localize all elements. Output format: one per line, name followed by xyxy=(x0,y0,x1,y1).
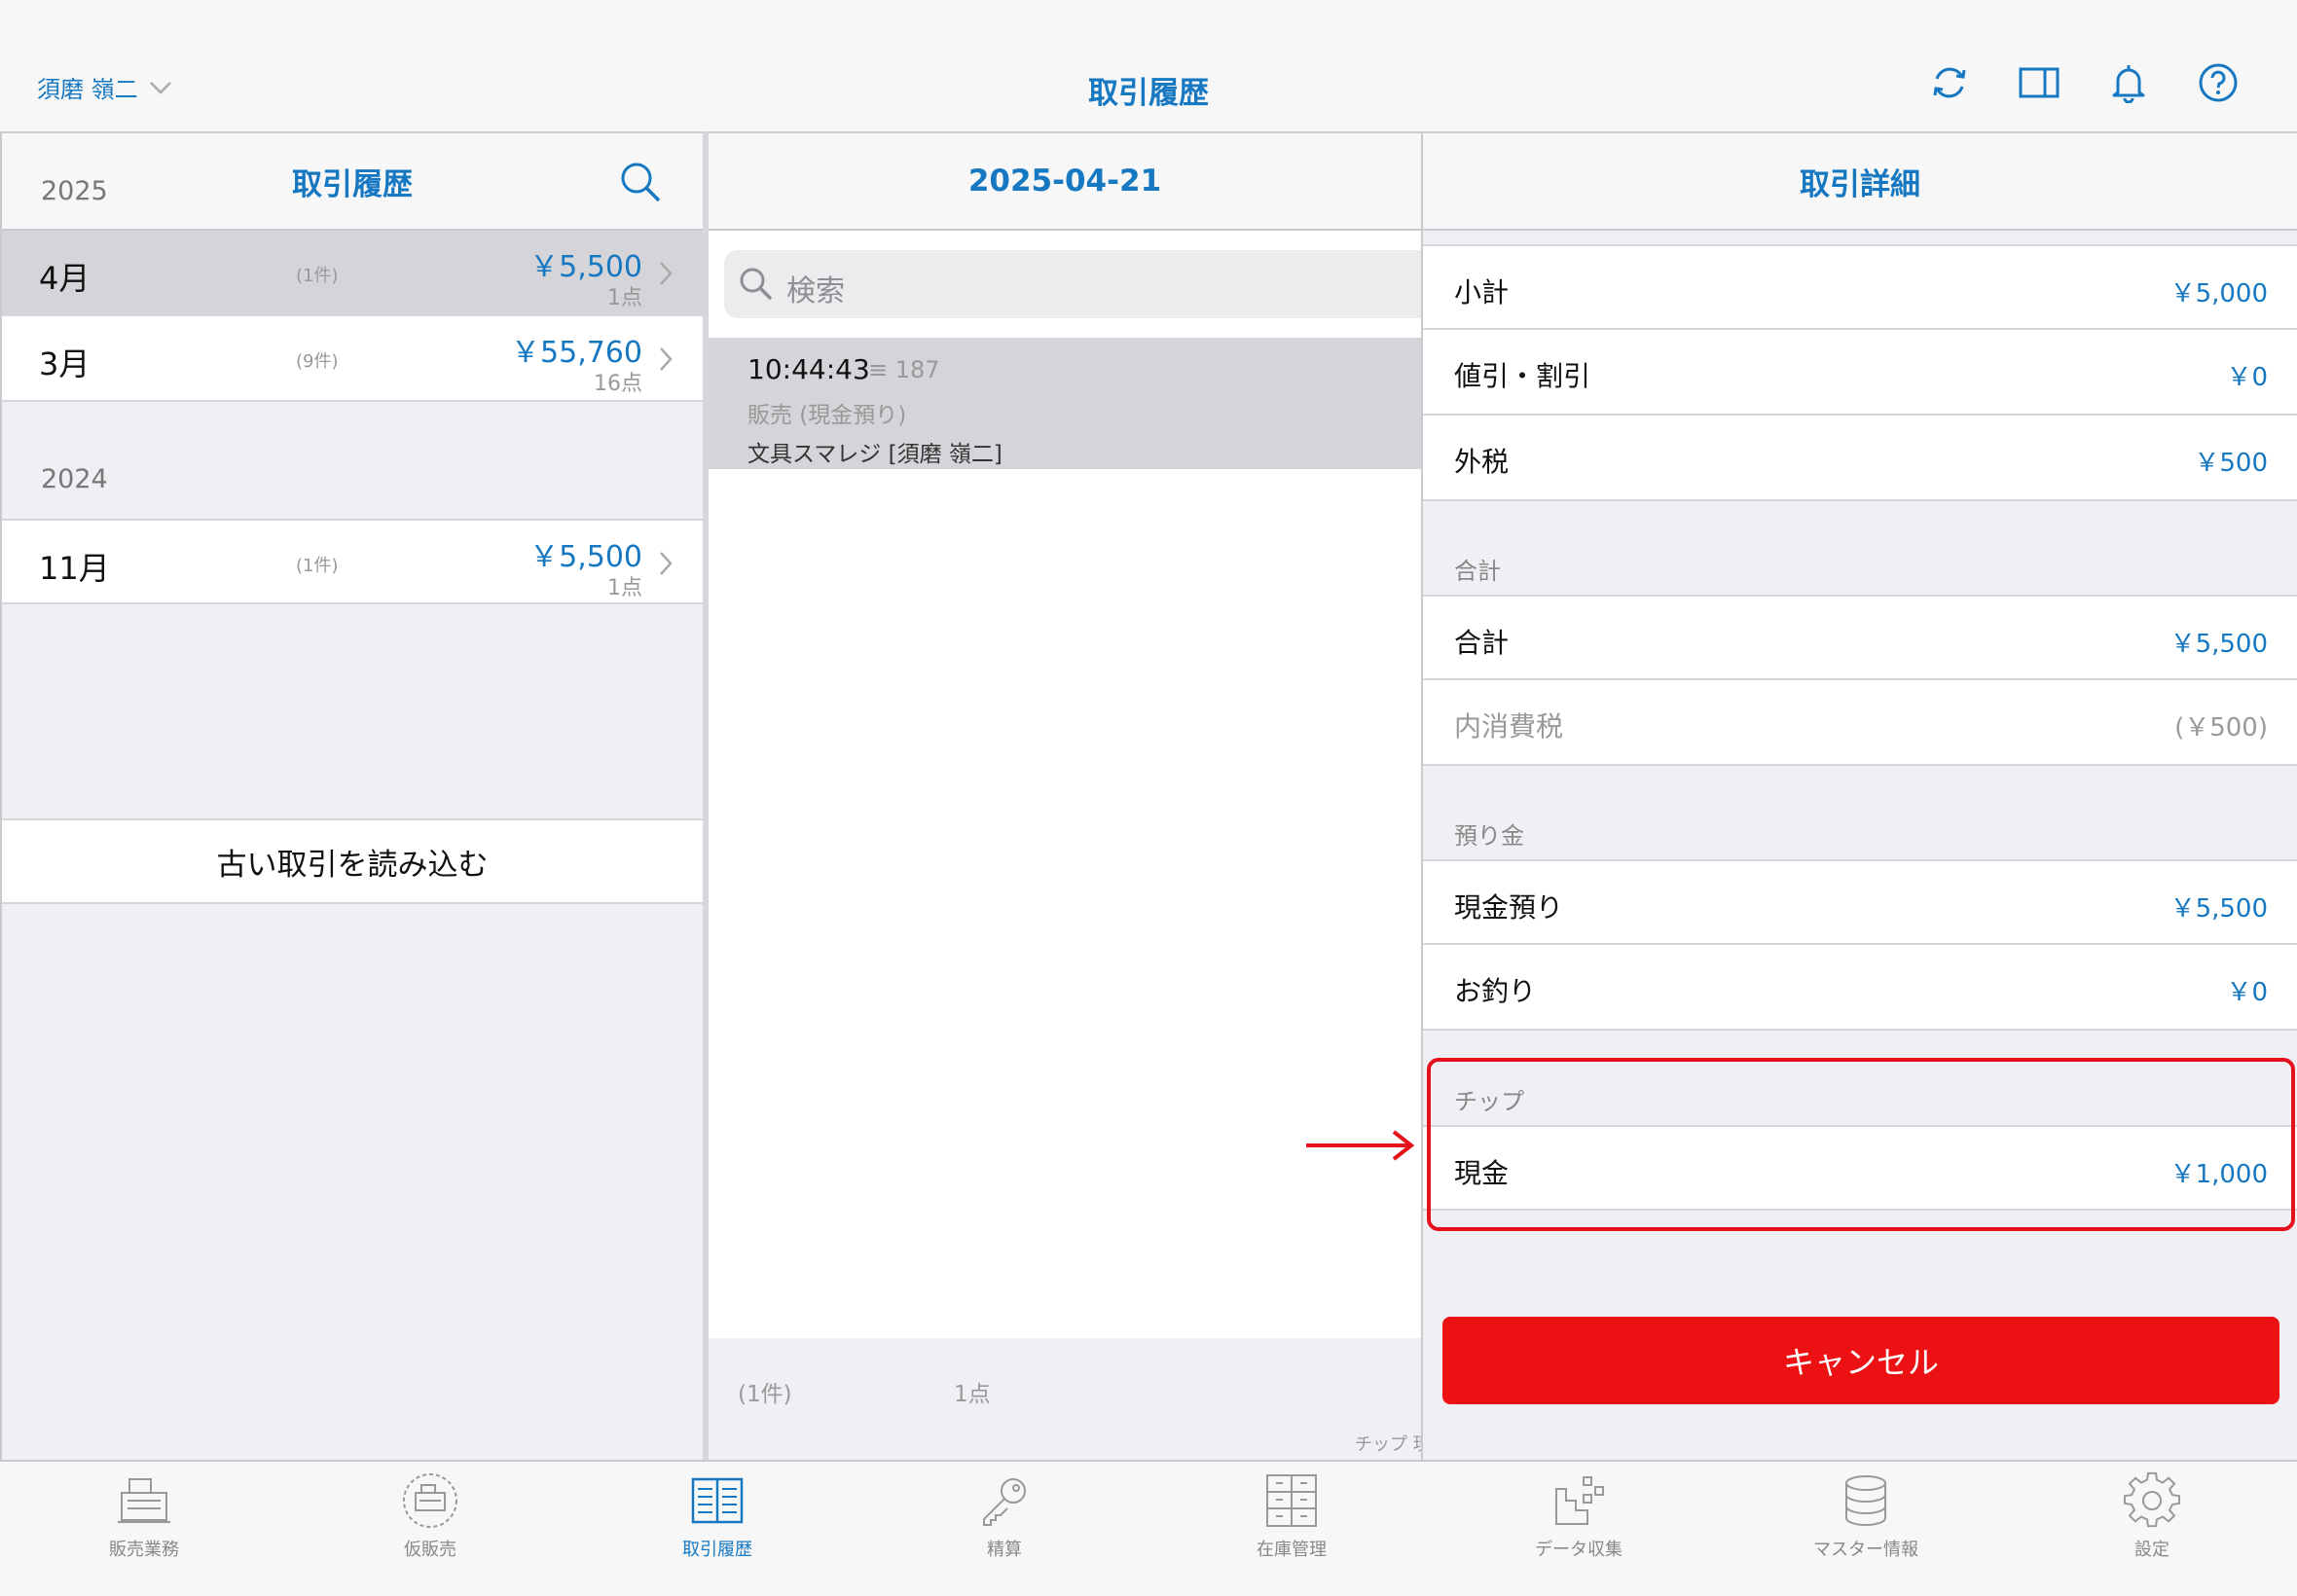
transaction-store: 文具スマレジ [須磨 嶺二] xyxy=(747,442,1003,467)
transaction-seq-number: 187 xyxy=(894,356,940,383)
detail-value: ￥5,500 xyxy=(2169,630,2268,659)
tip-highlight-box xyxy=(1427,1058,2295,1231)
transaction-row[interactable]: 10:44:43 ≡ 187 販売 (現金預り) 文具スマレジ [須磨 嶺二] xyxy=(709,338,1421,469)
tab-history[interactable]: 取引履歴 xyxy=(620,1471,815,1588)
tab-settlement[interactable]: 精算 xyxy=(907,1471,1102,1588)
search-icon[interactable] xyxy=(619,161,662,203)
tab-data-collection[interactable]: データ収集 xyxy=(1481,1471,1676,1588)
tab-label: 仮販売 xyxy=(404,1540,456,1560)
detail-title: 取引詳細 xyxy=(1800,166,1920,202)
year-label: 2024 xyxy=(41,464,108,494)
detail-row-cash-deposit: 現金預り ￥5,500 xyxy=(1423,859,2297,945)
chevron-right-icon xyxy=(660,552,673,575)
bottom-tab-bar: 販売業務 仮販売 取引履歴 精算 在庫管理 データ収集 マスター情報 設定 xyxy=(0,1460,2297,1596)
key-icon xyxy=(983,1478,1026,1526)
history-book-icon xyxy=(691,1477,744,1524)
detail-label: 値引・割引 xyxy=(1454,360,1591,392)
tab-sales[interactable]: 販売業務 xyxy=(47,1471,241,1588)
tab-master-info[interactable]: マスター情報 xyxy=(1768,1471,1963,1588)
transaction-seq: ≡ 187 xyxy=(868,356,940,383)
detail-label: 現金預り xyxy=(1454,891,1564,924)
month-amount: ￥55,760 xyxy=(511,336,642,370)
tab-label: 在庫管理 xyxy=(1257,1540,1327,1560)
detail-row-total: 合計 ￥5,500 xyxy=(1423,595,2297,680)
split-view-icon[interactable] xyxy=(2019,62,2060,103)
month-count: (9件) xyxy=(296,351,339,372)
year-label: 2025 xyxy=(41,176,108,206)
detail-value: ￥5,000 xyxy=(2169,279,2268,308)
detail-row-outer-tax: 外税 ￥500 xyxy=(1423,416,2297,501)
date-title: 2025-04-21 xyxy=(967,163,1162,199)
detail-value: ￥5,500 xyxy=(2169,894,2268,924)
month-label: 4月 xyxy=(39,260,91,297)
month-amount: ￥5,500 xyxy=(529,250,642,284)
summary-count: (1件) xyxy=(738,1382,792,1407)
transaction-detail: 取引詳細 小計 ￥5,000 値引・割引 ￥0 外税 ￥500 合計 合計 ￥5… xyxy=(1421,131,2297,1460)
month-points: 1点 xyxy=(607,286,642,310)
bell-icon[interactable] xyxy=(2108,62,2149,104)
search-placeholder: 検索 xyxy=(786,274,845,308)
tab-label: データ収集 xyxy=(1535,1540,1622,1560)
detail-label: 内消費税 xyxy=(1454,710,1564,743)
top-bar: 須磨 嶺二 取引履歴 xyxy=(0,0,2297,131)
month-label: 3月 xyxy=(39,345,91,382)
month-amount: ￥5,500 xyxy=(529,540,642,574)
detail-value: ￥0 xyxy=(2226,363,2268,392)
search-input[interactable]: 検索 xyxy=(724,250,1444,318)
month-points: 1点 xyxy=(607,576,642,600)
transaction-time: 10:44:43 xyxy=(747,353,870,385)
tab-label: マスター情報 xyxy=(1813,1540,1918,1560)
database-icon xyxy=(1845,1475,1886,1526)
right-column-header: 取引詳細 xyxy=(1423,133,2297,231)
data-collect-icon xyxy=(1555,1476,1604,1525)
tab-label: 精算 xyxy=(987,1540,1022,1560)
transaction-summary-footer: (1件) 1点 チップ 現 xyxy=(709,1338,1431,1462)
transaction-type: 販売 (現金預り) xyxy=(747,403,907,428)
arrow-icon xyxy=(1306,1130,1415,1161)
month-row-2024-11[interactable]: 11月 (1件) ￥5,500 1点 xyxy=(2,519,703,604)
detail-label: 合計 xyxy=(1454,627,1510,659)
tab-settings[interactable]: 設定 xyxy=(2055,1471,2249,1588)
history-month-list: 取引履歴 2025 4月 (1件) ￥5,500 1点 3月 (9件) ￥55,… xyxy=(0,131,703,1460)
summary-tip: チップ 現 xyxy=(1355,1434,1431,1455)
chevron-right-icon xyxy=(660,262,673,285)
load-older-button[interactable]: 古い取引を読み込む xyxy=(2,818,703,904)
tab-inventory[interactable]: 在庫管理 xyxy=(1194,1471,1389,1588)
transaction-list: 2025-04-21 検索 10:44:43 ≡ 187 販売 (現金預り) 文… xyxy=(709,131,1444,1462)
section-label-total: 合計 xyxy=(1454,558,1501,585)
detail-row-change: お釣り ￥0 xyxy=(1423,945,2297,1031)
detail-label: 外税 xyxy=(1454,446,1510,478)
detail-label: お釣り xyxy=(1454,975,1537,1007)
month-points: 16点 xyxy=(594,372,642,396)
month-row-2025-03[interactable]: 3月 (9件) ￥55,760 16点 xyxy=(2,316,703,402)
cancel-button[interactable]: キャンセル xyxy=(1442,1317,2279,1404)
summary-points: 1点 xyxy=(954,1382,991,1407)
section-label-deposit: 預り金 xyxy=(1454,822,1524,850)
month-row-2025-04[interactable]: 4月 (1件) ￥5,500 1点 xyxy=(2,231,703,316)
detail-value: (￥500) xyxy=(2174,713,2268,743)
tab-label: 取引履歴 xyxy=(682,1540,752,1560)
month-count: (1件) xyxy=(296,556,339,576)
detail-row-subtotal: 小計 ￥5,000 xyxy=(1423,244,2297,330)
refresh-icon[interactable] xyxy=(1929,62,1970,103)
detail-row-discount: 値引・割引 ￥0 xyxy=(1423,330,2297,416)
tab-label: 設定 xyxy=(2134,1540,2169,1560)
help-icon[interactable] xyxy=(2198,62,2239,103)
month-label: 11月 xyxy=(39,550,110,587)
chevron-right-icon xyxy=(660,347,673,371)
month-count: (1件) xyxy=(296,266,339,286)
tab-temp-sales[interactable]: 仮販売 xyxy=(333,1471,528,1588)
detail-label: 小計 xyxy=(1454,276,1510,308)
temp-register-icon xyxy=(403,1473,457,1528)
search-icon xyxy=(740,268,773,301)
left-column-title: 取引履歴 xyxy=(292,166,413,202)
cabinet-icon xyxy=(1266,1474,1317,1527)
register-icon xyxy=(118,1478,170,1523)
detail-value: ￥0 xyxy=(2226,978,2268,1007)
tab-label: 販売業務 xyxy=(109,1540,179,1560)
middle-column-header: 2025-04-21 xyxy=(709,133,1421,231)
detail-value: ￥500 xyxy=(2194,449,2268,478)
detail-row-inner-tax: 内消費税 (￥500) xyxy=(1423,680,2297,766)
gear-icon xyxy=(2124,1471,2180,1528)
